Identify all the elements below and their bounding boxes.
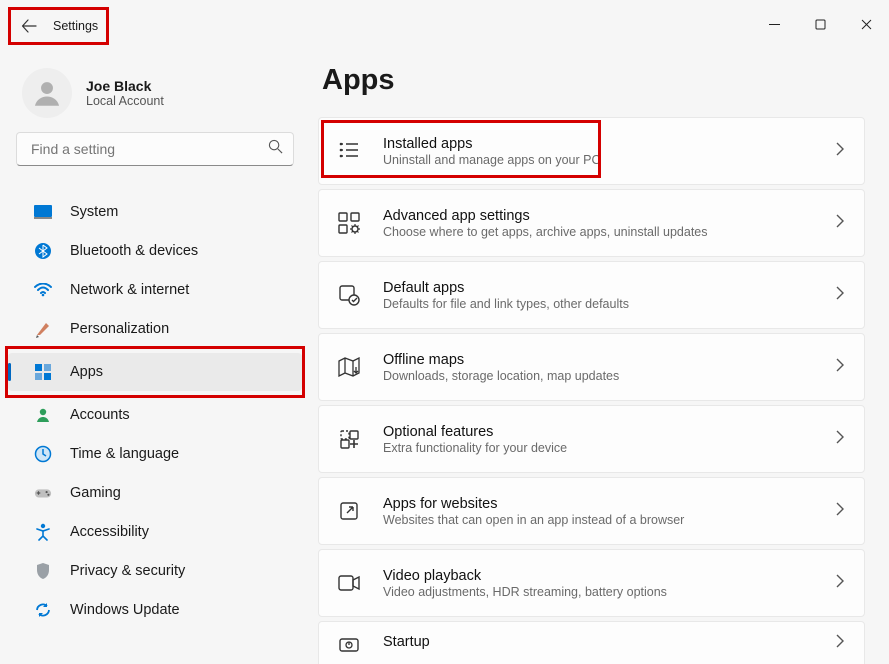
sidebar-item-privacy[interactable]: Privacy & security <box>8 552 302 590</box>
sidebar-item-label: Accessibility <box>70 524 149 540</box>
chevron-right-icon <box>836 502 844 521</box>
sidebar-item-label: Time & language <box>70 446 179 462</box>
close-icon <box>861 19 872 30</box>
sidebar-item-label: Network & internet <box>70 282 189 298</box>
user-icon <box>30 76 64 110</box>
chevron-right-icon <box>836 634 844 653</box>
sidebar-item-windows-update[interactable]: Windows Update <box>8 591 302 629</box>
sidebar-item-accessibility[interactable]: Accessibility <box>8 513 302 551</box>
profile-block[interactable]: Joe Black Local Account <box>0 56 310 132</box>
page-title: Apps <box>322 64 865 97</box>
chevron-right-icon <box>836 430 844 449</box>
apps-gear-icon <box>337 211 361 235</box>
close-button[interactable] <box>843 8 889 40</box>
profile-text: Joe Black Local Account <box>86 78 164 108</box>
refresh-icon <box>34 601 52 619</box>
sidebar-item-personalization[interactable]: Personalization <box>8 310 302 348</box>
card-sub: Downloads, storage location, map updates <box>383 369 836 383</box>
search-input[interactable] <box>29 140 257 158</box>
paintbrush-icon <box>34 320 52 338</box>
arrow-left-icon <box>21 18 37 34</box>
clock-globe-icon <box>34 445 52 463</box>
card-sub: Extra functionality for your device <box>383 441 836 455</box>
chevron-right-icon <box>836 214 844 233</box>
card-apps-for-websites[interactable]: Apps for websites Websites that can open… <box>318 477 865 545</box>
card-video-playback[interactable]: Video playback Video adjustments, HDR st… <box>318 549 865 617</box>
card-offline-maps[interactable]: Offline maps Downloads, storage location… <box>318 333 865 401</box>
optional-features-icon <box>337 427 361 451</box>
highlight-sidebar-apps: Apps <box>5 346 305 398</box>
sidebar: Joe Black Local Account System Bluetooth… <box>0 48 310 664</box>
shield-icon <box>34 562 52 580</box>
sidebar-item-label: Privacy & security <box>70 563 185 579</box>
sidebar-item-apps[interactable]: Apps <box>8 353 302 391</box>
sidebar-item-bluetooth[interactable]: Bluetooth & devices <box>8 232 302 270</box>
card-sub: Choose where to get apps, archive apps, … <box>383 225 836 239</box>
video-icon <box>337 571 361 595</box>
maximize-icon <box>815 19 826 30</box>
card-title: Optional features <box>383 424 836 440</box>
system-icon <box>34 203 52 221</box>
bluetooth-icon <box>34 242 52 260</box>
minimize-icon <box>769 19 780 30</box>
card-optional-features[interactable]: Optional features Extra functionality fo… <box>318 405 865 473</box>
search-icon <box>268 139 283 159</box>
sidebar-item-time-language[interactable]: Time & language <box>8 435 302 473</box>
avatar <box>22 68 72 118</box>
sidebar-item-system[interactable]: System <box>8 193 302 231</box>
card-title: Default apps <box>383 280 836 296</box>
card-title: Apps for websites <box>383 496 836 512</box>
apps-icon <box>34 363 52 381</box>
gamepad-icon <box>34 484 52 502</box>
card-sub: Defaults for file and link types, other … <box>383 297 836 311</box>
minimize-button[interactable] <box>751 8 797 40</box>
main-content: Apps Installed apps Uninstall and manage… <box>310 48 889 664</box>
card-default-apps[interactable]: Default apps Defaults for file and link … <box>318 261 865 329</box>
card-title: Offline maps <box>383 352 836 368</box>
card-list: Installed apps Uninstall and manage apps… <box>318 117 865 664</box>
sidebar-item-label: Apps <box>70 364 103 380</box>
profile-sub: Local Account <box>86 94 164 108</box>
sidebar-item-label: Accounts <box>70 407 130 423</box>
map-icon <box>337 355 361 379</box>
sidebar-item-label: Gaming <box>70 485 121 501</box>
card-startup[interactable]: Startup <box>318 621 865 664</box>
back-button[interactable] <box>19 16 39 36</box>
sidebar-item-label: Personalization <box>70 321 169 337</box>
default-apps-icon <box>337 283 361 307</box>
accessibility-icon <box>34 523 52 541</box>
installed-apps-icon <box>337 139 361 163</box>
card-sub: Uninstall and manage apps on your PC <box>383 153 836 167</box>
card-title: Startup <box>383 634 836 650</box>
sidebar-item-accounts[interactable]: Accounts <box>8 396 302 434</box>
titlebar-left-highlight: Settings <box>8 7 109 45</box>
card-sub: Video adjustments, HDR streaming, batter… <box>383 585 836 599</box>
chevron-right-icon <box>836 574 844 593</box>
open-external-icon <box>337 499 361 523</box>
card-installed-apps[interactable]: Installed apps Uninstall and manage apps… <box>318 117 865 185</box>
chevron-right-icon <box>836 142 844 161</box>
sidebar-item-gaming[interactable]: Gaming <box>8 474 302 512</box>
window-title: Settings <box>53 19 98 33</box>
card-sub: Websites that can open in an app instead… <box>383 513 836 527</box>
nav-list: System Bluetooth & devices Network & int… <box>0 178 310 629</box>
chevron-right-icon <box>836 358 844 377</box>
card-advanced-app-settings[interactable]: Advanced app settings Choose where to ge… <box>318 189 865 257</box>
person-icon <box>34 406 52 424</box>
sidebar-item-label: Bluetooth & devices <box>70 243 198 259</box>
wifi-icon <box>34 281 52 299</box>
window-controls <box>751 8 889 40</box>
card-title: Installed apps <box>383 136 836 152</box>
sidebar-item-label: System <box>70 204 118 220</box>
maximize-button[interactable] <box>797 8 843 40</box>
chevron-right-icon <box>836 286 844 305</box>
card-title: Advanced app settings <box>383 208 836 224</box>
titlebar: Settings <box>0 0 889 48</box>
startup-icon <box>337 634 361 658</box>
profile-name: Joe Black <box>86 78 164 94</box>
search-box[interactable] <box>16 132 294 166</box>
card-title: Video playback <box>383 568 836 584</box>
sidebar-item-network[interactable]: Network & internet <box>8 271 302 309</box>
sidebar-item-label: Windows Update <box>70 602 180 618</box>
